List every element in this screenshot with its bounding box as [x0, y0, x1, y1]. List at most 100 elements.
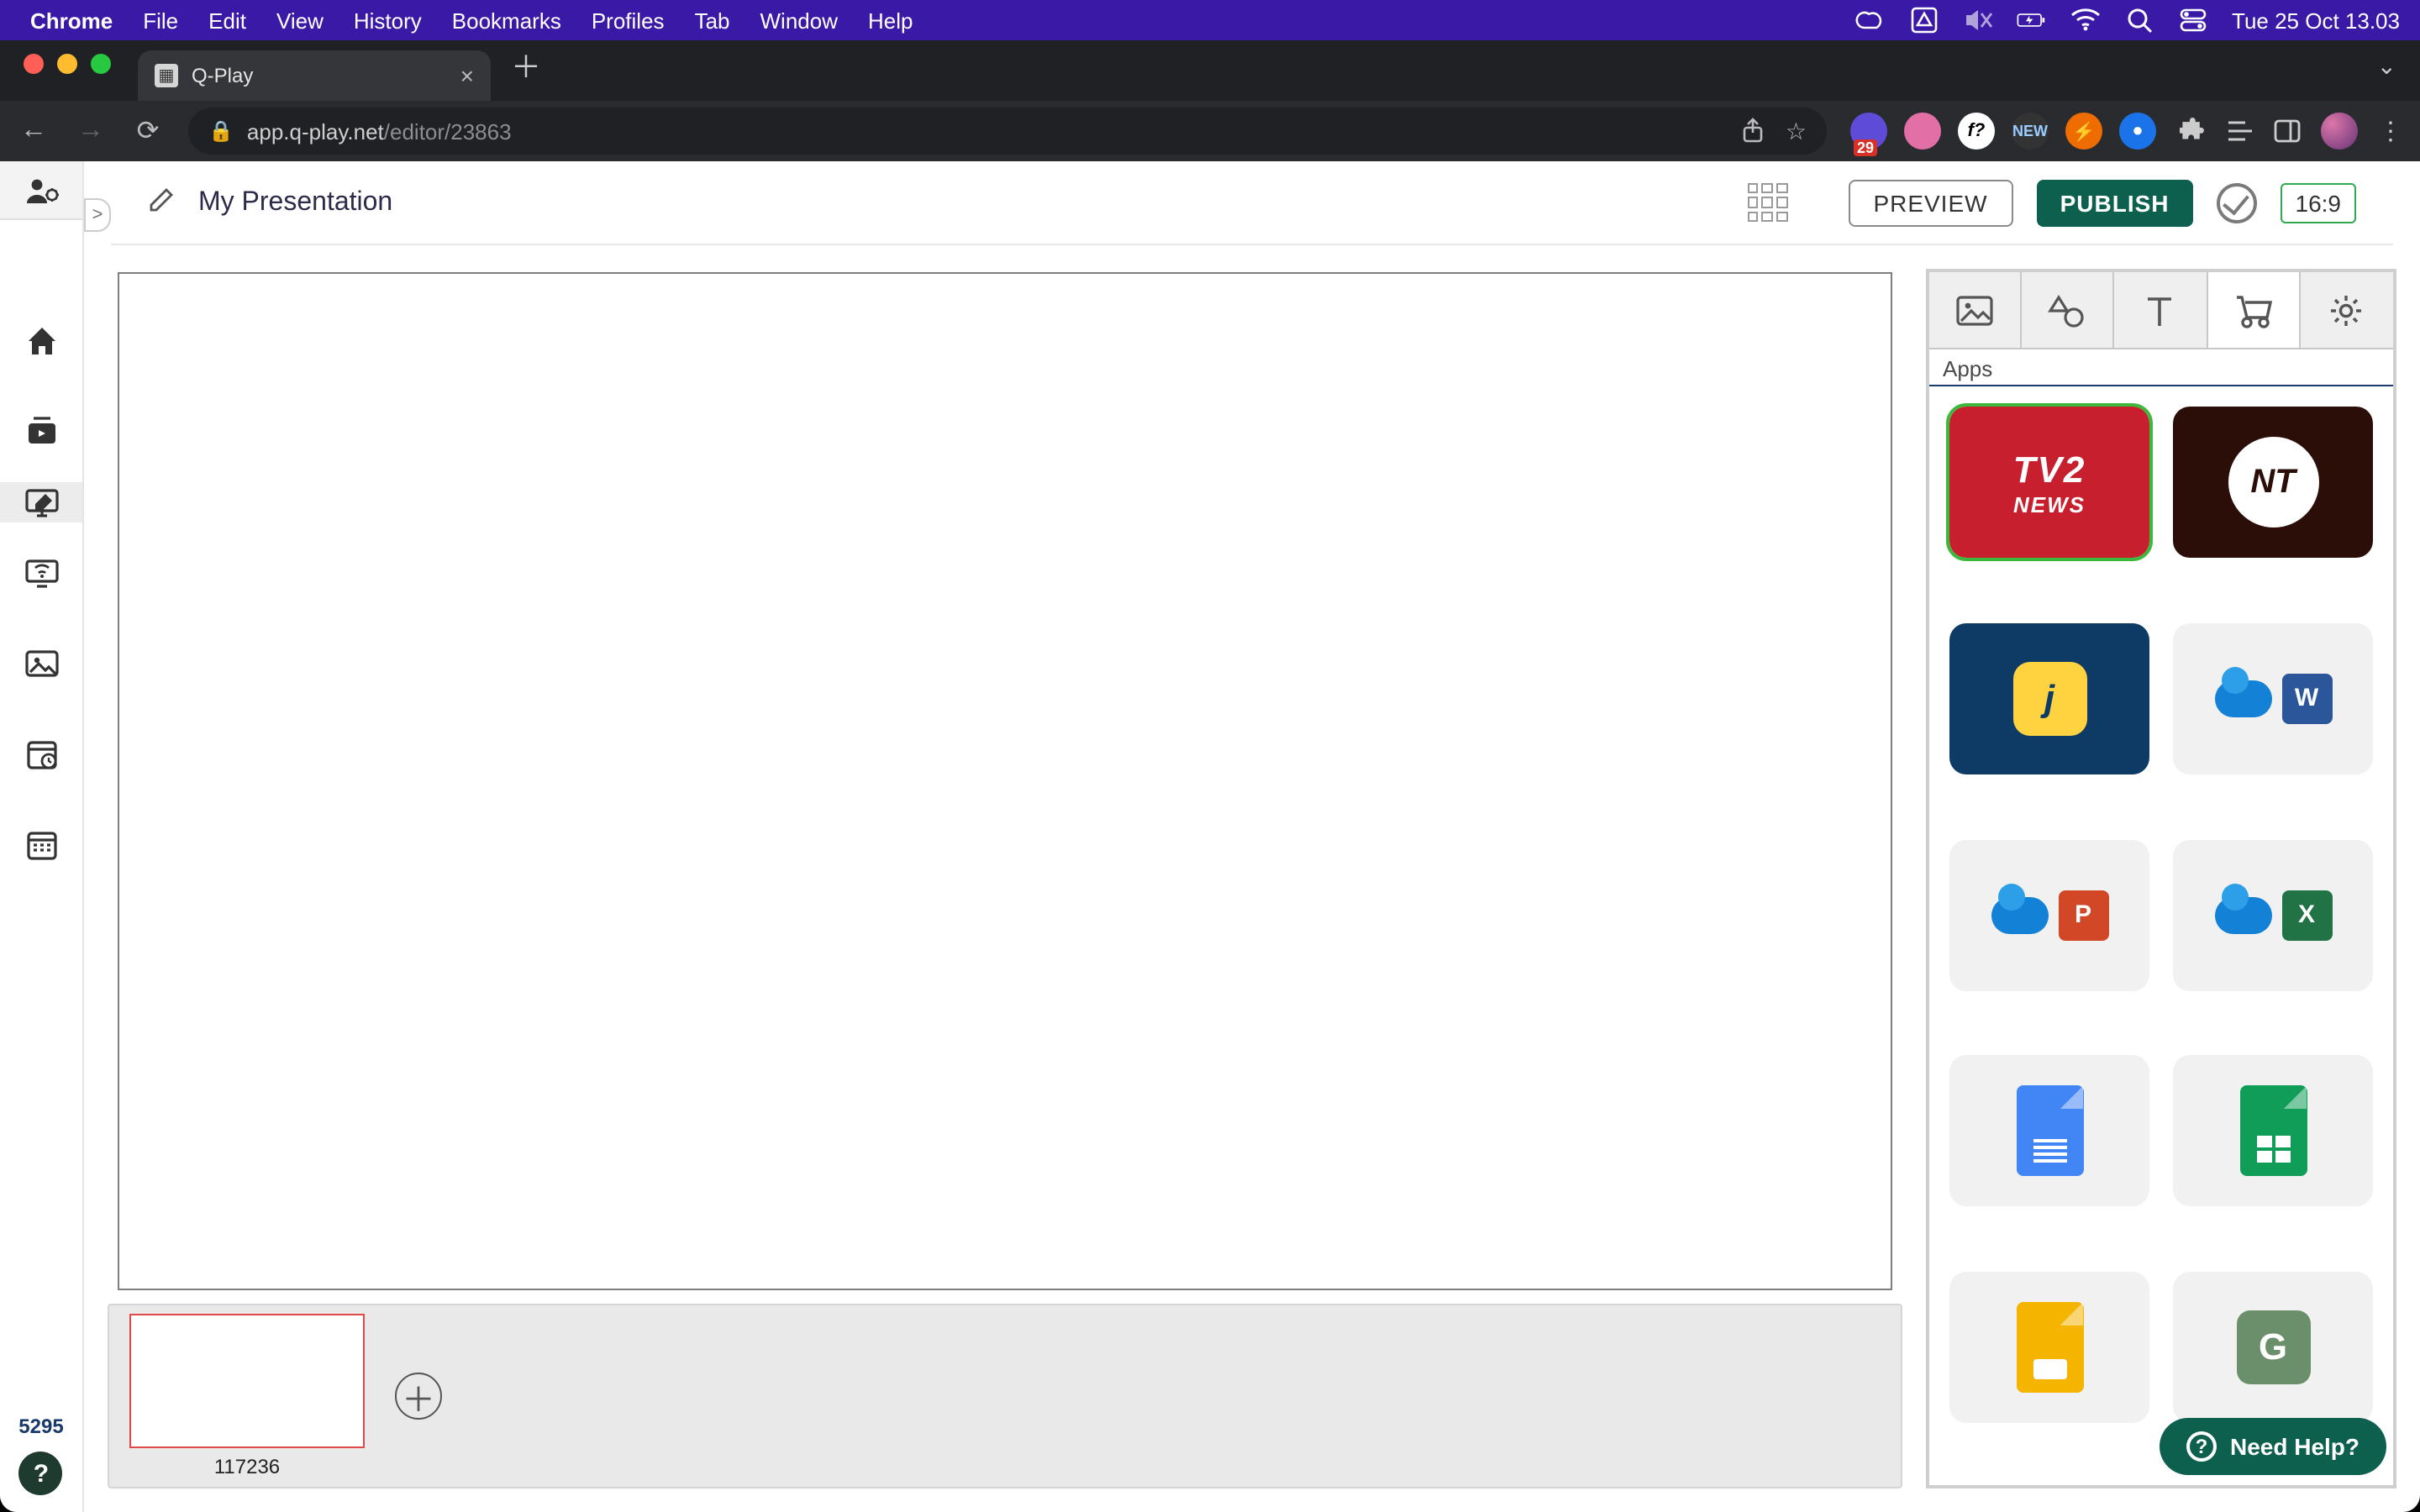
app-nt-label: NT [2228, 437, 2318, 528]
macos-menubar: Chrome File Edit View History Bookmarks … [0, 0, 2420, 40]
app-tv2-news[interactable]: TV2 NEWS [1949, 407, 2149, 558]
slide-thumbnail-id: 117236 [214, 1455, 280, 1478]
slide-thumbnail-strip: 117236 ＋ [108, 1304, 1902, 1488]
right-panel-tabs [1929, 272, 2393, 349]
menubar-datetime[interactable]: Tue 25 Oct 13.03 [2232, 8, 2400, 33]
reading-list-icon[interactable] [2227, 119, 2254, 143]
sidepanel-icon[interactable] [2274, 119, 2301, 143]
need-help-button[interactable]: ? Need Help? [2160, 1418, 2386, 1475]
creative-cloud-icon[interactable] [1855, 5, 1886, 35]
sidebar-home-icon[interactable] [21, 321, 61, 361]
macos-status-icons: Tue 25 Oct 13.03 [1855, 5, 2400, 35]
app-g-form[interactable]: G [2173, 1272, 2373, 1423]
editor-main-column: My Presentation PREVIEW PUBLISH 16:9 [84, 161, 2420, 1512]
menu-history[interactable]: History [354, 8, 422, 33]
menu-file[interactable]: File [143, 8, 178, 33]
sidebar-account-settings[interactable] [0, 161, 82, 220]
app-onedrive-powerpoint[interactable]: P [1949, 839, 2149, 990]
help-question-icon: ? [2186, 1431, 2217, 1462]
slide-thumbnail-1[interactable] [129, 1314, 365, 1448]
extension-new-icon[interactable]: NEW [2012, 113, 2049, 150]
panel-tab-shapes-icon[interactable] [2022, 272, 2114, 348]
share-icon[interactable] [1742, 117, 1765, 145]
spotlight-search-icon[interactable] [2124, 5, 2154, 35]
volume-muted-icon[interactable] [1963, 5, 1993, 35]
panel-tab-text-icon[interactable] [2115, 272, 2207, 348]
add-slide-button[interactable]: ＋ [395, 1373, 442, 1420]
app-google-sheets[interactable] [2173, 1056, 2373, 1207]
grid-toggle-icon[interactable] [1747, 182, 1787, 223]
g-form-icon: G [2236, 1310, 2310, 1384]
wifi-icon[interactable] [2070, 5, 2101, 35]
nav-reload-button[interactable]: ⟳ [131, 114, 165, 148]
menu-edit[interactable]: Edit [208, 8, 246, 33]
tab-close-icon[interactable]: × [460, 62, 474, 89]
aspect-ratio-selector[interactable]: 16:9 [2281, 182, 2357, 223]
chrome-tabstrip: ▦ Q-Play × ＋ ⌄ [0, 40, 2420, 101]
panel-tab-image-icon[interactable] [1929, 272, 2022, 348]
site-lock-icon[interactable]: 🔒 [208, 119, 234, 143]
nav-forward-button[interactable]: → [74, 116, 108, 146]
extension-pink-icon[interactable] [1904, 113, 1941, 150]
extension-badge-count: 29 [1854, 139, 1877, 156]
tab-title: Q-Play [192, 64, 253, 87]
app-google-docs[interactable] [1949, 1056, 2149, 1207]
extensions-puzzle-icon[interactable] [2180, 118, 2207, 144]
extension-blue-icon[interactable]: ● [2119, 113, 2156, 150]
extension-fontface-icon[interactable]: f? [1958, 113, 1995, 150]
menu-profiles[interactable]: Profiles [592, 8, 665, 33]
panel-tab-apps-icon[interactable] [2207, 272, 2300, 348]
extension-purple-icon[interactable]: 29 [1850, 113, 1887, 150]
sidebar-calendar-icon[interactable] [21, 825, 61, 865]
panel-tab-settings-icon[interactable] [2301, 272, 2393, 348]
slide-canvas[interactable] [118, 272, 1892, 1290]
battery-charging-icon[interactable] [2017, 5, 2047, 35]
bookmark-star-icon[interactable]: ☆ [1786, 117, 1807, 145]
app-google-slides[interactable] [1949, 1272, 2149, 1423]
sidebar-screens-icon[interactable] [21, 553, 61, 593]
control-center-icon[interactable] [2178, 5, 2208, 35]
app-nt[interactable]: NT [2173, 407, 2373, 558]
app-j[interactable]: j [1949, 623, 2149, 774]
browser-tab-qplay[interactable]: ▦ Q-Play × [138, 50, 491, 101]
sidebar-help-button[interactable]: ? [19, 1452, 63, 1495]
url-path: /editor/23863 [384, 118, 512, 144]
chrome-menu-icon[interactable]: ⋮ [2378, 116, 2403, 146]
app-onedrive-word[interactable]: W [2173, 623, 2373, 774]
presentation-title[interactable]: My Presentation [198, 187, 392, 218]
cloud-icon [2214, 680, 2271, 717]
window-traffic-lights [24, 54, 111, 74]
menubar-app-name[interactable]: Chrome [30, 8, 113, 33]
menu-window[interactable]: Window [760, 8, 839, 33]
extension-orange-icon[interactable]: ⚡ [2065, 113, 2102, 150]
nav-back-button[interactable]: ← [17, 116, 50, 146]
address-bar[interactable]: 🔒 app.q-play.net/editor/23863 ☆ [188, 108, 1827, 155]
sidebar-editor-icon[interactable] [0, 482, 82, 522]
menu-tab[interactable]: Tab [695, 8, 730, 33]
rename-pencil-icon[interactable] [148, 186, 175, 219]
preview-button[interactable]: PREVIEW [1848, 179, 2012, 226]
google-slides-icon [2016, 1302, 2083, 1393]
menu-help[interactable]: Help [868, 8, 913, 33]
sidebar-schedule-icon[interactable] [21, 734, 61, 774]
app-onedrive-excel[interactable]: X [2173, 839, 2373, 990]
tab-favicon-icon: ▦ [155, 64, 178, 87]
macos-app-menus: Chrome File Edit View History Bookmarks … [30, 8, 913, 33]
sidebar-media-icon[interactable] [21, 412, 61, 452]
publish-button[interactable]: PUBLISH [2037, 179, 2193, 226]
status-check-icon[interactable] [2217, 182, 2257, 223]
triangle-status-icon[interactable] [1909, 5, 1939, 35]
menu-bookmarks[interactable]: Bookmarks [452, 8, 561, 33]
extension-icons: 29 f? NEW ⚡ ● [1850, 113, 2156, 150]
menu-view[interactable]: View [276, 8, 324, 33]
profile-avatar[interactable] [2321, 113, 2358, 150]
window-zoom-button[interactable] [91, 54, 111, 74]
new-tab-button[interactable]: ＋ [511, 44, 541, 87]
panel-section-header: Apps [1929, 349, 2393, 386]
window-close-button[interactable] [24, 54, 44, 74]
window-minimize-button[interactable] [57, 54, 77, 74]
sidebar-image-icon[interactable] [21, 643, 61, 684]
apps-grid[interactable]: TV2 NEWS NT j W [1929, 386, 2393, 1485]
cloud-icon [2214, 896, 2271, 933]
tab-search-icon[interactable]: ⌄ [2377, 51, 2407, 90]
